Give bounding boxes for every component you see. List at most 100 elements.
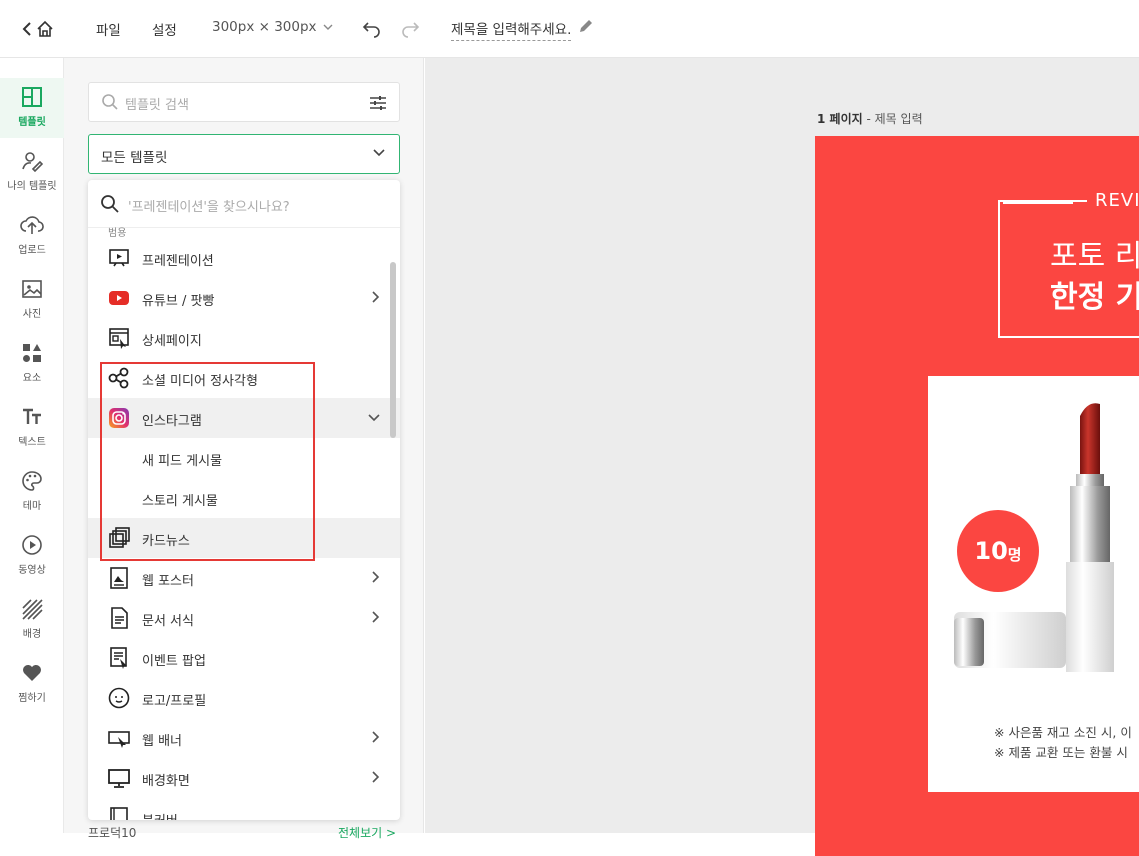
dropdown-item-label: 유튜브 / 팟빵 bbox=[142, 294, 215, 309]
search-placeholder: 템플릿 검색 bbox=[125, 98, 189, 113]
web-banner-icon bbox=[108, 731, 130, 748]
chevron-right-icon bbox=[372, 611, 380, 623]
left-icon-rail: 템플릿 나의 템플릿 업로드 사진 요소 텍스트 테마 동영상 배경 찜하기 bbox=[0, 58, 64, 833]
dropdown-search-input[interactable]: '프레젠테이션'을 찾으시나요? bbox=[88, 180, 400, 228]
rail-my-templates[interactable]: 나의 템플릿 bbox=[0, 142, 64, 202]
rail-templates[interactable]: 템플릿 bbox=[0, 78, 64, 138]
page-label: 1 페이지 - 제목 입력 bbox=[817, 110, 923, 127]
undo-icon[interactable] bbox=[362, 18, 382, 38]
rail-video[interactable]: 동영상 bbox=[0, 526, 64, 586]
product-card[interactable]: 10 명 ※ 사은품 재고 소진 시, 이 ※ 제품 교환 또는 환불 시 bbox=[928, 376, 1139, 792]
filter-icon[interactable] bbox=[369, 94, 387, 112]
cloud-upload-icon bbox=[20, 216, 44, 234]
canvas-size-dropdown[interactable]: 300px × 300px bbox=[212, 19, 333, 35]
document-icon bbox=[111, 607, 128, 629]
rail-label: 사진 bbox=[22, 309, 42, 320]
dropdown-item-label: 프레젠테이션 bbox=[142, 254, 214, 269]
select-value: 모든 템플릿 bbox=[101, 150, 168, 166]
back-home-button[interactable] bbox=[22, 19, 62, 39]
dropdown-item-label: 상세페이지 bbox=[142, 334, 202, 349]
dropdown-item-web-banner[interactable]: 웹 배너 bbox=[88, 718, 400, 758]
dropdown-item-detail-page[interactable]: 상세페이지 bbox=[88, 318, 400, 358]
rail-background[interactable]: 배경 bbox=[0, 590, 64, 650]
dropdown-item-label: 이벤트 팝업 bbox=[142, 654, 206, 669]
chevron-right-icon bbox=[372, 771, 380, 783]
frame-top-line bbox=[1003, 202, 1073, 204]
youtube-icon bbox=[109, 291, 129, 305]
rail-label: 테마 bbox=[22, 501, 42, 512]
chevron-right-icon bbox=[372, 571, 380, 583]
review-text[interactable]: REVIE bbox=[1087, 190, 1139, 211]
rail-label: 업로드 bbox=[18, 245, 46, 256]
page-title-input[interactable]: 제목 입력 bbox=[875, 112, 923, 126]
badge-number: 10 bbox=[974, 537, 1008, 565]
user-edit-icon bbox=[22, 152, 43, 172]
rail-label: 동영상 bbox=[18, 565, 46, 576]
pencil-icon[interactable] bbox=[578, 18, 594, 34]
home-icon bbox=[37, 20, 53, 37]
chevron-right-icon bbox=[372, 291, 380, 303]
menu-settings[interactable]: 설정 bbox=[152, 19, 177, 39]
shapes-icon bbox=[23, 344, 41, 362]
dropdown-item-label: 문서 서식 bbox=[142, 614, 194, 629]
dropdown-item-youtube[interactable]: 유튜브 / 팟빵 bbox=[88, 278, 400, 318]
dropdown-item-presentation[interactable]: 프레젠테이션 bbox=[88, 238, 400, 278]
count-badge[interactable]: 10 명 bbox=[957, 510, 1039, 592]
dropdown-item-wallpaper[interactable]: 배경화면 bbox=[88, 758, 400, 798]
page-separator: - bbox=[866, 112, 875, 126]
canvas-size-label: 300px × 300px bbox=[212, 19, 317, 35]
template-category-select[interactable]: 모든 템플릿 bbox=[88, 134, 400, 174]
rail-label: 찜하기 bbox=[18, 693, 46, 704]
logo-icon bbox=[108, 687, 130, 709]
dropdown-item-book-cover[interactable]: 북커버 bbox=[88, 798, 400, 820]
top-toolbar: 파일 설정 300px × 300px 제목을 입력해주세요. bbox=[0, 0, 1139, 58]
dropdown-item-web-poster[interactable]: 웹 포스터 bbox=[88, 558, 400, 598]
document-title-input[interactable]: 제목을 입력해주세요. bbox=[451, 18, 572, 41]
rail-label: 템플릿 bbox=[18, 117, 46, 128]
rail-upload[interactable]: 업로드 bbox=[0, 206, 64, 266]
book-icon bbox=[110, 807, 128, 820]
dropdown-item-logo-profile[interactable]: 로고/프로필 bbox=[88, 678, 400, 718]
chevron-left-icon bbox=[22, 22, 31, 36]
rail-text[interactable]: 텍스트 bbox=[0, 398, 64, 458]
redo-icon[interactable] bbox=[400, 18, 420, 38]
rail-label: 텍스트 bbox=[18, 437, 46, 448]
page-number: 1 페이지 bbox=[817, 112, 863, 126]
heart-icon bbox=[23, 665, 41, 681]
badge-unit: 명 bbox=[1007, 545, 1022, 564]
headline-line-1[interactable]: 포토 리 bbox=[1050, 231, 1139, 275]
dropdown-item-document[interactable]: 문서 서식 bbox=[88, 598, 400, 638]
rail-photos[interactable]: 사진 bbox=[0, 270, 64, 330]
rail-theme[interactable]: 테마 bbox=[0, 462, 64, 522]
detail-page-icon bbox=[109, 328, 129, 349]
rail-elements[interactable]: 요소 bbox=[0, 334, 64, 394]
category-label: 범용 bbox=[108, 228, 127, 239]
chevron-down-icon bbox=[373, 149, 385, 157]
highlight-annotation-box bbox=[100, 362, 315, 561]
rail-favorites[interactable]: 찜하기 bbox=[0, 654, 64, 714]
canvas-area: 1 페이지 - 제목 입력 REVIE 포토 리 한정 기 bbox=[425, 58, 1139, 856]
dropdown-item-event-popup[interactable]: 이벤트 팝업 bbox=[88, 638, 400, 678]
text-icon bbox=[23, 408, 41, 424]
rail-label: 요소 bbox=[22, 373, 42, 384]
template-search-input[interactable]: 템플릿 검색 bbox=[88, 82, 400, 122]
menu-file[interactable]: 파일 bbox=[96, 19, 121, 39]
pattern-icon bbox=[22, 599, 43, 620]
chevron-right-icon bbox=[372, 731, 380, 743]
monitor-icon bbox=[108, 769, 130, 788]
dropdown-item-label: 웹 배너 bbox=[142, 734, 183, 749]
chevron-down-icon bbox=[368, 414, 380, 422]
presentation-icon bbox=[109, 249, 129, 267]
rail-label: 배경 bbox=[22, 629, 42, 640]
dropdown-item-label: 로고/프로필 bbox=[142, 694, 207, 709]
chevron-down-icon bbox=[323, 24, 333, 30]
poster-icon bbox=[110, 567, 128, 589]
headline-line-2[interactable]: 한정 기 bbox=[1050, 272, 1139, 316]
design-canvas[interactable]: REVIE 포토 리 한정 기 10명 ※ 사은품 재고 소진 시, 이 bbox=[815, 136, 1139, 856]
image-icon bbox=[22, 280, 42, 298]
dropdown-scrollbar[interactable] bbox=[390, 262, 396, 438]
event-popup-icon bbox=[110, 647, 127, 669]
note-line-2[interactable]: ※ 제품 교환 또는 환불 시 bbox=[994, 742, 1128, 761]
note-line-1[interactable]: ※ 사은품 재고 소진 시, 이 bbox=[994, 722, 1132, 741]
search-icon bbox=[102, 94, 118, 110]
